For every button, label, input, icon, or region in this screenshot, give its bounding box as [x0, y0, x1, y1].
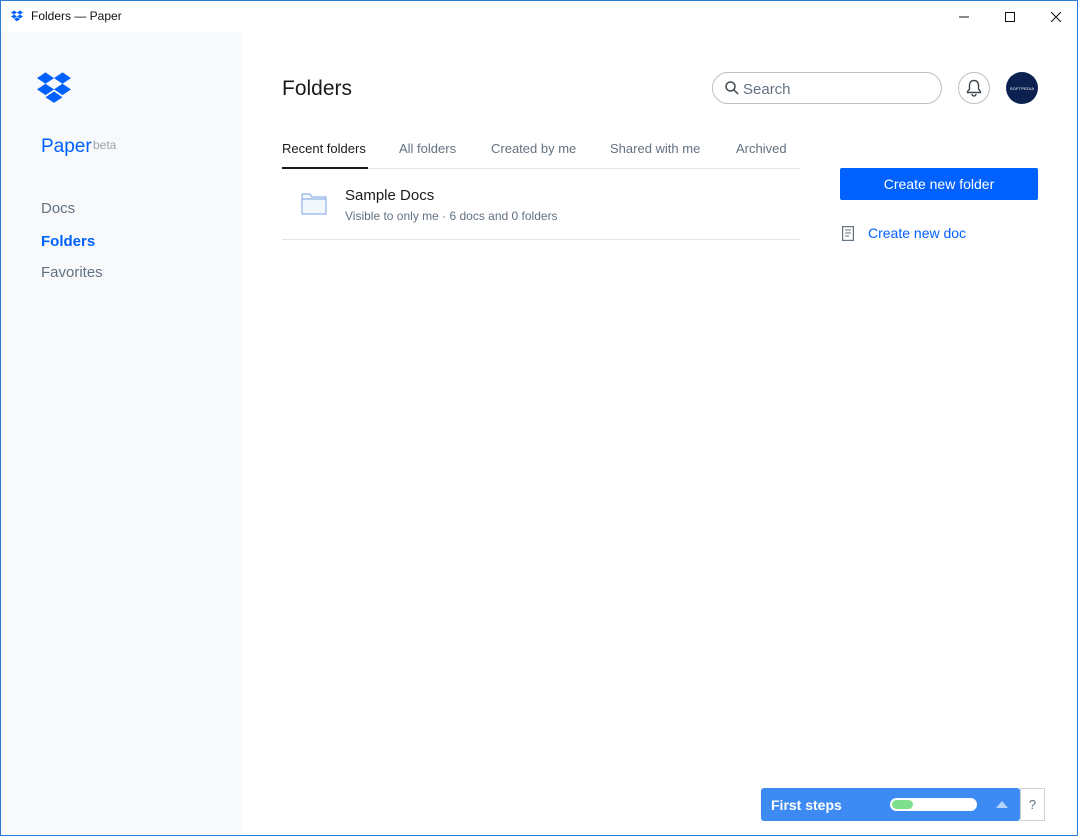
- sidebar-item-folders[interactable]: Folders: [41, 233, 95, 250]
- dropbox-icon: [11, 10, 23, 22]
- search-input[interactable]: [743, 80, 933, 98]
- search-box[interactable]: [712, 72, 942, 104]
- help-label: ?: [1028, 797, 1037, 812]
- close-icon: [1051, 11, 1061, 22]
- avatar[interactable]: SOFTPEDIA: [1006, 72, 1038, 104]
- active-tab-indicator: [282, 167, 368, 169]
- create-new-folder-button[interactable]: Create new folder: [840, 168, 1038, 200]
- bell-icon: [966, 79, 982, 97]
- create-new-doc-label: Create new doc: [868, 225, 967, 241]
- first-steps-progress: [890, 798, 977, 811]
- title-bar: Folders — Paper: [1, 1, 1077, 32]
- maximize-icon: [1005, 11, 1015, 22]
- first-steps-bar[interactable]: First steps: [761, 788, 1020, 821]
- app-window: Folders — Paper Paper beta Docs Folders …: [0, 0, 1078, 836]
- search-icon: [725, 81, 739, 95]
- folder-tabs: Recent folders All folders Created by me…: [282, 131, 800, 169]
- folder-row[interactable]: Sample Docs Visible to only me · 6 docs …: [282, 171, 800, 240]
- document-icon: [842, 226, 854, 241]
- help-button[interactable]: ?: [1020, 788, 1045, 821]
- avatar-text: SOFTPEDIA: [1009, 85, 1035, 91]
- folder-meta: Visible to only me · 6 docs and 0 folder…: [345, 209, 558, 223]
- maximize-button[interactable]: [987, 1, 1033, 32]
- first-steps-label: First steps: [771, 797, 842, 813]
- brand-beta-tag: beta: [93, 138, 117, 152]
- tab-all-folders[interactable]: All folders: [399, 141, 456, 156]
- chevron-up-icon[interactable]: [995, 799, 1009, 809]
- dropbox-logo-icon[interactable]: [37, 72, 71, 104]
- sidebar: Paper beta Docs Folders Favorites: [1, 32, 241, 835]
- brand-name: Paper: [41, 136, 92, 157]
- minimize-button[interactable]: [941, 1, 987, 32]
- folder-name[interactable]: Sample Docs: [345, 187, 434, 204]
- window-title: Folders — Paper: [31, 9, 122, 23]
- minimize-icon: [959, 16, 969, 17]
- folder-icon: [301, 193, 327, 215]
- tab-archived[interactable]: Archived: [736, 141, 787, 156]
- tab-shared-with-me[interactable]: Shared with me: [610, 141, 700, 156]
- tab-created-by-me[interactable]: Created by me: [491, 141, 576, 156]
- sidebar-item-docs[interactable]: Docs: [41, 200, 75, 217]
- first-steps-progress-fill: [892, 800, 913, 809]
- page-title: Folders: [282, 77, 353, 100]
- notifications-button[interactable]: [958, 72, 990, 104]
- close-button[interactable]: [1033, 1, 1078, 32]
- sidebar-item-favorites[interactable]: Favorites: [41, 264, 103, 281]
- create-new-doc-link[interactable]: Create new doc: [840, 223, 1038, 245]
- tab-recent-folders[interactable]: Recent folders: [282, 141, 366, 156]
